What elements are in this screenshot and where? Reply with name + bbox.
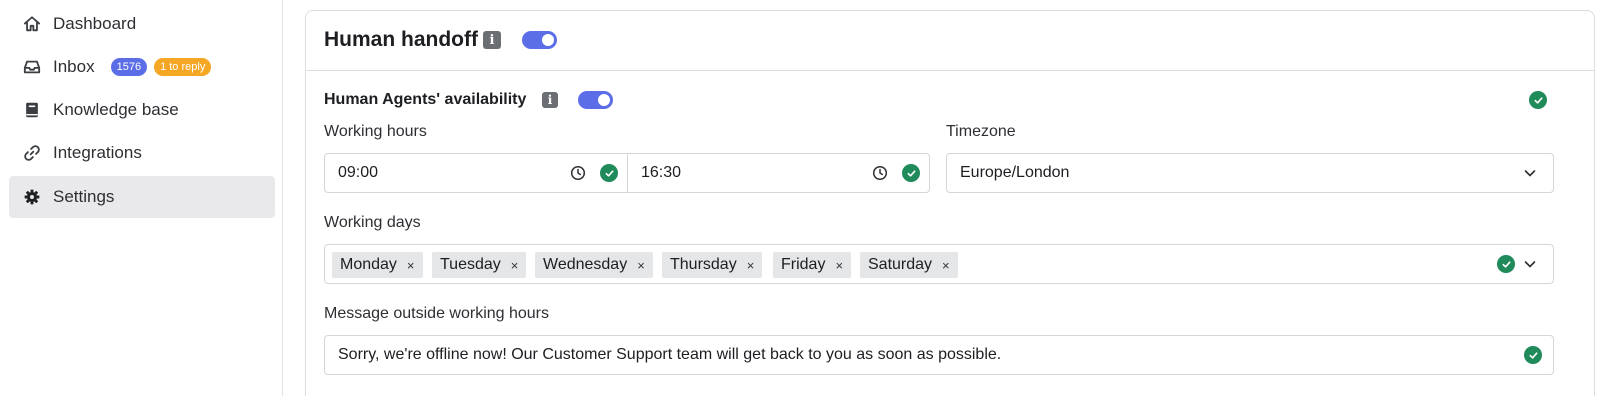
offline-message-value: Sorry, we're offline now! Our Customer S… bbox=[338, 346, 1002, 363]
availability-check-icon bbox=[1529, 91, 1547, 109]
working-hours-end-input[interactable]: 16:30 bbox=[627, 153, 930, 193]
inbox-icon bbox=[22, 57, 42, 77]
chip-label: Saturday bbox=[868, 256, 933, 273]
sidebar: Dashboard Inbox 1576 1 to reply Knowledg… bbox=[0, 0, 283, 396]
day-chip-wednesday: Wednesday × bbox=[535, 252, 653, 278]
sidebar-item-knowledge-base[interactable]: Knowledge base bbox=[9, 89, 275, 131]
info-icon[interactable]: i bbox=[483, 31, 501, 49]
chip-label: Thursday bbox=[670, 256, 737, 273]
end-time-value: 16:30 bbox=[641, 164, 682, 181]
day-chip-monday: Monday × bbox=[332, 252, 423, 278]
working-days-multiselect[interactable]: Monday × Tuesday × Wednesday × Thursday × Fr… bbox=[324, 244, 1554, 284]
start-time-value: 09:00 bbox=[338, 164, 379, 181]
working-days-check-icon bbox=[1497, 255, 1515, 273]
day-chip-thursday: Thursday × bbox=[662, 252, 763, 278]
clock-icon[interactable] bbox=[872, 165, 888, 181]
remove-friday-icon[interactable]: × bbox=[835, 258, 843, 273]
sidebar-item-dashboard[interactable]: Dashboard bbox=[9, 3, 275, 45]
to-reply-badge: 1 to reply bbox=[154, 58, 212, 76]
sidebar-item-integrations[interactable]: Integrations bbox=[9, 132, 275, 174]
availability-title: Human Agents' availability bbox=[324, 91, 527, 108]
start-time-check-icon bbox=[600, 164, 618, 182]
home-icon bbox=[22, 14, 42, 34]
sidebar-item-inbox[interactable]: Inbox 1576 1 to reply bbox=[9, 46, 275, 88]
day-chip-tuesday: Tuesday × bbox=[432, 252, 527, 278]
chip-label: Friday bbox=[781, 256, 826, 273]
chip-label: Wednesday bbox=[543, 256, 628, 273]
offline-message-check-icon bbox=[1524, 346, 1542, 364]
chevron-down-icon[interactable] bbox=[1523, 257, 1537, 271]
gear-icon bbox=[22, 187, 42, 207]
remove-wednesday-icon[interactable]: × bbox=[637, 258, 645, 273]
offline-message-input[interactable]: Sorry, we're offline now! Our Customer S… bbox=[324, 335, 1554, 375]
remove-thursday-icon[interactable]: × bbox=[747, 258, 755, 273]
offline-message-label: Message outside working hours bbox=[324, 305, 550, 322]
sidebar-item-settings[interactable]: Settings bbox=[9, 176, 275, 218]
timezone-select[interactable]: Europe/London bbox=[946, 153, 1554, 193]
page-title: Human handoff bbox=[324, 28, 478, 51]
inbox-count-badge: 1576 bbox=[110, 58, 148, 76]
app: Dashboard Inbox 1576 1 to reply Knowledg… bbox=[0, 0, 1600, 396]
sidebar-item-label: Dashboard bbox=[53, 14, 137, 33]
clock-icon[interactable] bbox=[570, 165, 586, 181]
chip-label: Tuesday bbox=[440, 256, 501, 273]
remove-monday-icon[interactable]: × bbox=[407, 258, 415, 273]
working-days-label: Working days bbox=[324, 214, 421, 231]
sidebar-item-label: Inbox bbox=[53, 57, 95, 76]
chip-label: Monday bbox=[340, 256, 397, 273]
human-handoff-card: Human handoff i Human Agents' availabili… bbox=[305, 10, 1595, 396]
sidebar-item-label: Knowledge base bbox=[53, 100, 179, 119]
working-hours-start-input[interactable]: 09:00 bbox=[324, 153, 628, 193]
day-chip-saturday: Saturday × bbox=[860, 252, 958, 278]
human-handoff-toggle[interactable] bbox=[522, 31, 557, 49]
timezone-label: Timezone bbox=[946, 123, 1016, 140]
timezone-value: Europe/London bbox=[960, 164, 1070, 181]
working-hours-label: Working hours bbox=[324, 123, 427, 140]
remove-saturday-icon[interactable]: × bbox=[942, 258, 950, 273]
card-header: Human handoff i bbox=[306, 11, 1594, 71]
end-time-check-icon bbox=[902, 164, 920, 182]
chevron-down-icon[interactable] bbox=[1523, 166, 1537, 180]
availability-info-icon[interactable]: i bbox=[542, 92, 558, 108]
book-icon bbox=[22, 100, 42, 120]
sidebar-item-label: Integrations bbox=[53, 143, 142, 162]
link-icon bbox=[22, 143, 42, 163]
availability-toggle[interactable] bbox=[578, 91, 613, 109]
remove-tuesday-icon[interactable]: × bbox=[511, 258, 519, 273]
day-chip-friday: Friday × bbox=[773, 252, 852, 278]
sidebar-item-label: Settings bbox=[53, 187, 115, 206]
